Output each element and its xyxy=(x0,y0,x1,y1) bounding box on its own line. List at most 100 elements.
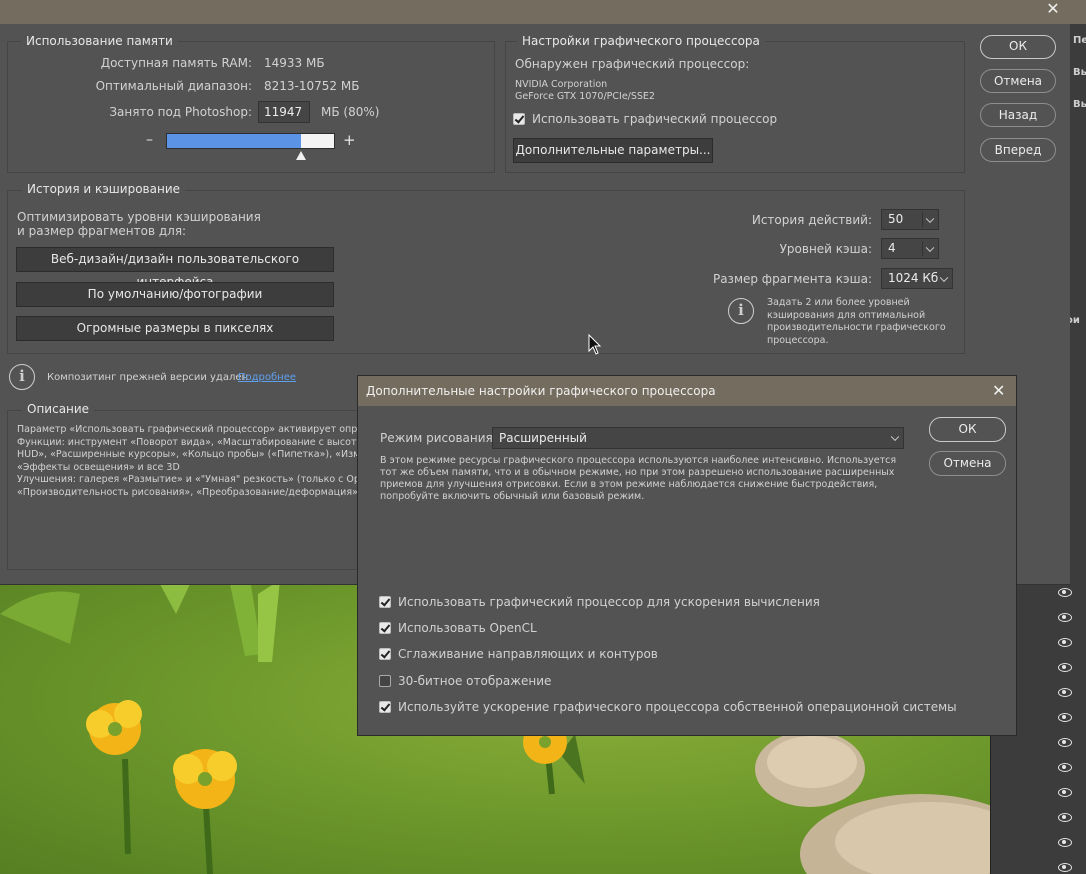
grass-blade xyxy=(258,584,280,662)
titlebar[interactable] xyxy=(0,0,1086,24)
gpu-model: GeForce GTX 1070/PCIe/SSE2 xyxy=(515,91,655,102)
range-label: Оптимальный диапазон: xyxy=(95,79,252,93)
flower-right xyxy=(173,749,237,874)
use-gpu-checkbox[interactable] xyxy=(513,113,525,125)
cache-levels-value: 4 xyxy=(888,241,896,255)
cancel-button[interactable]: Отмена xyxy=(980,69,1056,93)
gpu-option-checkbox[interactable] xyxy=(379,701,391,713)
eye-icon[interactable] xyxy=(1058,763,1072,772)
history-states-value: 50 xyxy=(888,212,904,226)
ram-label: Доступная память RAM: xyxy=(100,56,252,70)
grass-blade xyxy=(160,584,190,614)
gpu-cancel-button[interactable]: Отмена xyxy=(929,451,1006,476)
use-gpu-label[interactable]: Использовать графический процессор xyxy=(532,112,777,126)
optimize-label-line1: Оптимизировать уровни кэширования xyxy=(17,210,261,224)
memory-group-title: Использование памяти xyxy=(21,34,178,48)
memory-usage-input[interactable]: 11947 xyxy=(258,101,310,123)
learn-more-link[interactable]: Подробнее xyxy=(238,372,296,383)
gpu-group-title: Настройки графического процессора xyxy=(517,34,765,48)
close-icon[interactable]: ✕ xyxy=(1040,0,1066,18)
range-value: 8213-10752 МБ xyxy=(264,79,360,93)
gpu-advanced-dialog: Дополнительные настройки графического пр… xyxy=(357,375,1017,736)
description-line: «Эффекты освещения» и все 3D xyxy=(17,461,180,473)
gpu-dialog-title: Дополнительные настройки графического пр… xyxy=(366,384,716,398)
gpu-option-label[interactable]: Использовать графический процессор для у… xyxy=(398,595,820,609)
eye-icon[interactable] xyxy=(1058,738,1072,747)
preset-web-design-button[interactable]: Веб-дизайн/дизайн пользовательского инте… xyxy=(16,247,334,289)
gpu-option-checkbox[interactable] xyxy=(379,622,391,634)
eye-icon[interactable] xyxy=(1058,638,1072,647)
eye-icon[interactable] xyxy=(1058,788,1072,797)
tile-size-label: Размер фрагмента кэша: xyxy=(712,272,872,286)
optimize-label-line2: и размер фрагментов для: xyxy=(17,224,187,238)
drawing-mode-label: Режим рисования: xyxy=(380,431,497,445)
back-button[interactable]: Назад xyxy=(980,103,1056,127)
info-icon: i xyxy=(728,298,754,324)
grass-blade xyxy=(230,584,262,656)
description-line: «Производительность рисования», «Преобра… xyxy=(17,486,357,498)
chevron-down-icon xyxy=(925,214,935,223)
history-states-select[interactable]: 50 xyxy=(881,209,939,230)
gpu-ok-button[interactable]: ОК xyxy=(929,417,1006,442)
gpu-detected-label: Обнаружен графический процессор: xyxy=(515,57,750,71)
close-icon[interactable]: ✕ xyxy=(992,381,1005,400)
usage-unit: МБ (80%) xyxy=(321,105,380,119)
chevron-down-icon xyxy=(939,273,949,282)
eye-icon[interactable] xyxy=(1058,713,1072,722)
chevron-down-icon xyxy=(890,432,900,442)
history-group-title: История и кэширование xyxy=(22,182,185,196)
usage-label: Занято под Photoshop: xyxy=(109,105,252,119)
memory-slider-track[interactable] xyxy=(166,133,335,149)
rock-highlight xyxy=(767,736,857,788)
description-text: Параметр «Использовать графический проце… xyxy=(17,424,357,499)
drawing-mode-select[interactable]: Расширенный xyxy=(492,427,904,449)
cache-levels-select[interactable]: 4 xyxy=(881,238,939,259)
gpu-option-label[interactable]: 30-битное отображение xyxy=(398,674,551,688)
memory-slider-handle[interactable] xyxy=(296,151,306,160)
panel-tab-label[interactable]: Вы xyxy=(1073,99,1086,110)
preset-huge-pixels-button[interactable]: Огромные размеры в пикселях xyxy=(16,316,334,341)
ram-value: 14933 МБ xyxy=(264,56,325,70)
chevron-down-icon xyxy=(925,243,935,252)
increase-button[interactable]: + xyxy=(343,131,356,149)
gpu-option-label[interactable]: Сглаживание направляющих и контуров xyxy=(398,647,658,661)
panel-tab-label[interactable]: Вы xyxy=(1073,67,1086,78)
gpu-option-label[interactable]: Используйте ускорение графического проце… xyxy=(398,700,957,714)
panel-tab-label[interactable]: Пе xyxy=(1073,35,1086,46)
description-line: HUD», «Расширенные курсоры», «Кольцо про… xyxy=(17,449,357,460)
history-states-label: История действий: xyxy=(751,213,872,227)
description-line: Параметр «Использовать графический проце… xyxy=(17,424,357,435)
eye-icon[interactable] xyxy=(1058,688,1072,697)
eye-icon[interactable] xyxy=(1058,663,1072,672)
gpu-option-checkbox[interactable] xyxy=(379,675,391,687)
mouse-cursor-icon xyxy=(588,334,602,355)
flower-left xyxy=(86,700,142,855)
tile-size-value: 1024 Кб xyxy=(888,271,939,285)
eye-icon[interactable] xyxy=(1058,813,1072,822)
info-icon: i xyxy=(9,364,35,390)
description-title: Описание xyxy=(22,402,95,416)
preset-default-photo-button[interactable]: По умолчанию/фотографии xyxy=(16,282,334,307)
gpu-option-label[interactable]: Использовать OpenCL xyxy=(398,621,537,635)
grass-blade xyxy=(0,591,80,644)
drawing-mode-value: Расширенный xyxy=(499,431,587,445)
drawing-mode-description: В этом режиме ресурсы графического проце… xyxy=(380,455,897,502)
cache-levels-label: Уровней кэша: xyxy=(779,242,872,256)
cache-hint: Задать 2 или более уровней кэширования д… xyxy=(767,297,946,346)
forward-button[interactable]: Вперед xyxy=(980,138,1056,162)
eye-icon[interactable] xyxy=(1058,863,1072,872)
memory-slider-fill xyxy=(167,134,301,148)
eye-icon[interactable] xyxy=(1058,838,1072,847)
eye-icon[interactable] xyxy=(1058,588,1072,597)
legacy-compositing-text: Композитинг прежней версии удален xyxy=(47,372,249,383)
decrease-button[interactable]: – xyxy=(146,132,153,148)
gpu-vendor: NVIDIA Corporation xyxy=(515,79,608,90)
description-line: Функции: инструмент «Поворот вида», «Мас… xyxy=(17,436,357,448)
description-line: Улучшения: галерея «Размытие» и «"Умная"… xyxy=(17,474,357,485)
ok-button[interactable]: ОК xyxy=(980,35,1056,59)
gpu-option-checkbox[interactable] xyxy=(379,648,391,660)
tile-size-select[interactable]: 1024 Кб xyxy=(881,268,953,289)
gpu-option-checkbox[interactable] xyxy=(379,596,391,608)
advanced-settings-button[interactable]: Дополнительные параметры... xyxy=(513,138,713,163)
eye-icon[interactable] xyxy=(1058,613,1072,622)
